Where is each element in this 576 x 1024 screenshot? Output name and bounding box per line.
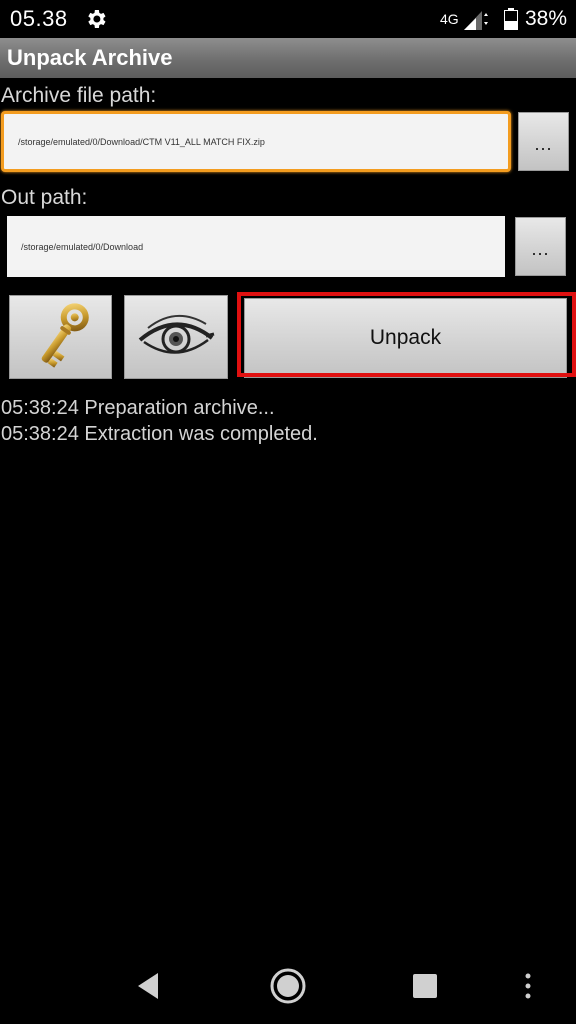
more-icon[interactable] xyxy=(522,960,534,1012)
log-line: 05:38:24 Extraction was completed. xyxy=(1,423,318,445)
recents-icon[interactable] xyxy=(410,960,440,1012)
out-path-label: Out path: xyxy=(1,186,88,209)
out-browse-button[interactable]: ... xyxy=(515,217,566,276)
out-path-value: /storage/emulated/0/Download xyxy=(21,241,144,252)
status-bar: 05.38 4G 38% xyxy=(0,0,576,38)
key-icon xyxy=(41,303,89,368)
archive-path-field[interactable]: /storage/emulated/0/Download/CTM V11_ALL… xyxy=(1,111,511,172)
gear-icon xyxy=(88,10,106,28)
password-button[interactable] xyxy=(9,295,112,379)
log-line: 05:38:24 Preparation archive... xyxy=(1,397,275,419)
unpack-highlight-box xyxy=(237,292,576,377)
network-type: 4G xyxy=(440,11,459,27)
home-icon[interactable] xyxy=(268,960,308,1012)
out-browse-label: ... xyxy=(531,239,550,259)
title-bar: Unpack Archive xyxy=(0,38,576,78)
battery-percent: 38% xyxy=(525,7,568,30)
archive-browse-label: ... xyxy=(534,134,553,154)
signal-icon xyxy=(464,11,488,30)
page-title: Unpack Archive xyxy=(7,45,173,70)
back-icon[interactable] xyxy=(134,960,164,1012)
out-path-field[interactable]: /storage/emulated/0/Download xyxy=(7,216,505,277)
eye-icon xyxy=(138,314,215,354)
archive-path-value: /storage/emulated/0/Download/CTM V11_ALL… xyxy=(18,136,265,147)
archive-browse-button[interactable]: ... xyxy=(518,112,569,171)
battery-icon xyxy=(504,8,518,30)
status-time: 05.38 xyxy=(10,6,68,31)
view-archive-button[interactable] xyxy=(124,295,228,379)
archive-path-label: Archive file path: xyxy=(1,84,157,107)
